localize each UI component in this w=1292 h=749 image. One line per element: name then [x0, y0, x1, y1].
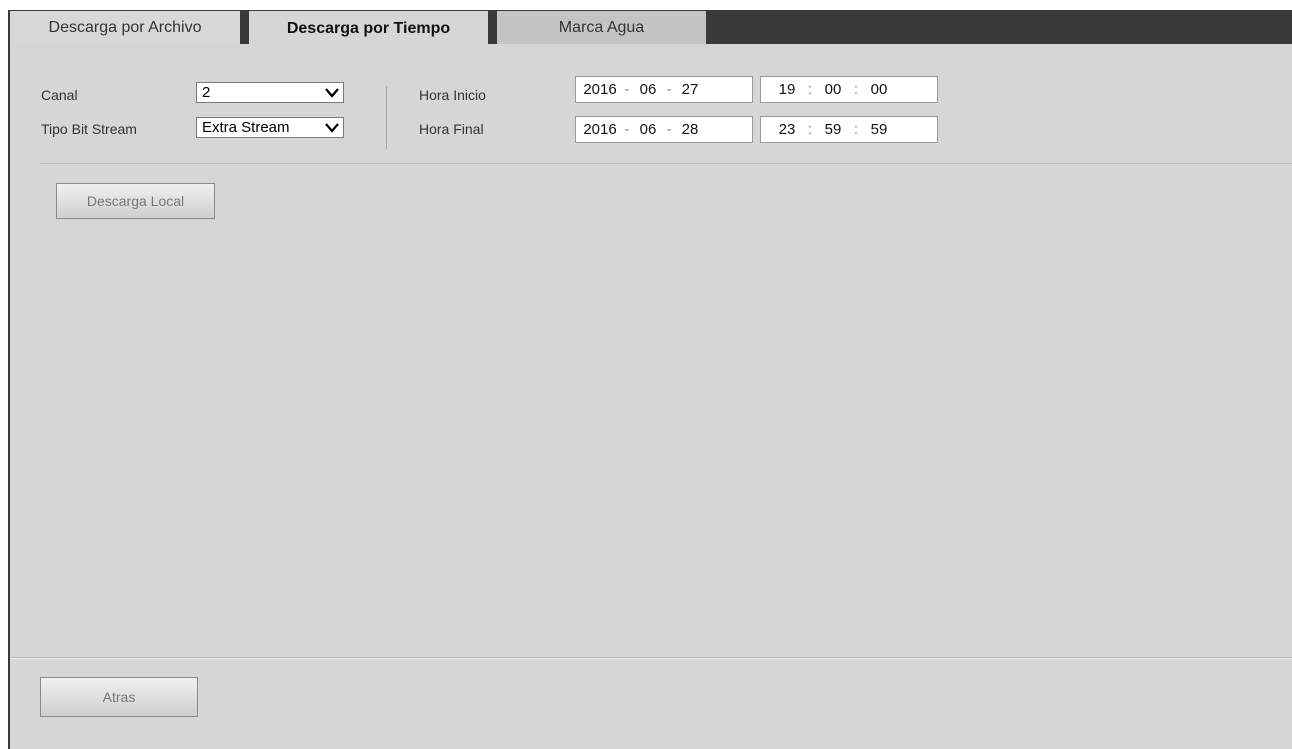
end-hour[interactable]: 23 — [771, 121, 803, 138]
time-separator: : — [853, 121, 859, 138]
start-time-label: Hora Inicio — [419, 87, 486, 103]
end-time-label: Hora Final — [419, 121, 484, 137]
tab-watermark[interactable]: Marca Agua — [497, 11, 706, 44]
stream-type-select[interactable]: Extra Stream — [196, 117, 344, 138]
back-button[interactable]: Atras — [40, 677, 198, 717]
start-month[interactable]: 06 — [634, 81, 662, 98]
vertical-divider — [386, 86, 387, 149]
start-day[interactable]: 27 — [676, 81, 704, 98]
time-separator: : — [807, 121, 813, 138]
content-panel — [10, 44, 1292, 749]
start-second[interactable]: 00 — [863, 81, 895, 98]
local-download-button[interactable]: Descarga Local — [56, 183, 215, 219]
time-separator: : — [807, 81, 813, 98]
channel-value: 2 — [202, 84, 211, 101]
date-separator: - — [624, 121, 630, 138]
tab-download-by-time[interactable]: Descarga por Tiempo — [249, 11, 488, 47]
chevron-down-icon — [325, 123, 339, 133]
channel-label: Canal — [41, 87, 78, 103]
start-minute[interactable]: 00 — [817, 81, 849, 98]
channel-select[interactable]: 2 — [196, 82, 344, 103]
end-second[interactable]: 59 — [863, 121, 895, 138]
end-time-field[interactable]: 23 : 59 : 59 — [760, 116, 938, 143]
date-separator: - — [666, 81, 672, 98]
start-date-field[interactable]: 2016 - 06 - 27 — [575, 76, 753, 103]
start-year[interactable]: 2016 — [580, 81, 620, 98]
stream-type-value: Extra Stream — [202, 119, 290, 136]
form-divider — [40, 163, 1292, 164]
time-separator: : — [853, 81, 859, 98]
start-time-field[interactable]: 19 : 00 : 00 — [760, 76, 938, 103]
start-hour[interactable]: 19 — [771, 81, 803, 98]
end-date-field[interactable]: 2016 - 06 - 28 — [575, 116, 753, 143]
date-separator: - — [666, 121, 672, 138]
tab-download-by-file[interactable]: Descarga por Archivo — [10, 11, 240, 44]
end-minute[interactable]: 59 — [817, 121, 849, 138]
stream-type-label: Tipo Bit Stream — [41, 121, 137, 137]
end-month[interactable]: 06 — [634, 121, 662, 138]
date-separator: - — [624, 81, 630, 98]
end-day[interactable]: 28 — [676, 121, 704, 138]
chevron-down-icon — [325, 88, 339, 98]
end-year[interactable]: 2016 — [580, 121, 620, 138]
footer-divider-highlight — [10, 658, 1292, 659]
